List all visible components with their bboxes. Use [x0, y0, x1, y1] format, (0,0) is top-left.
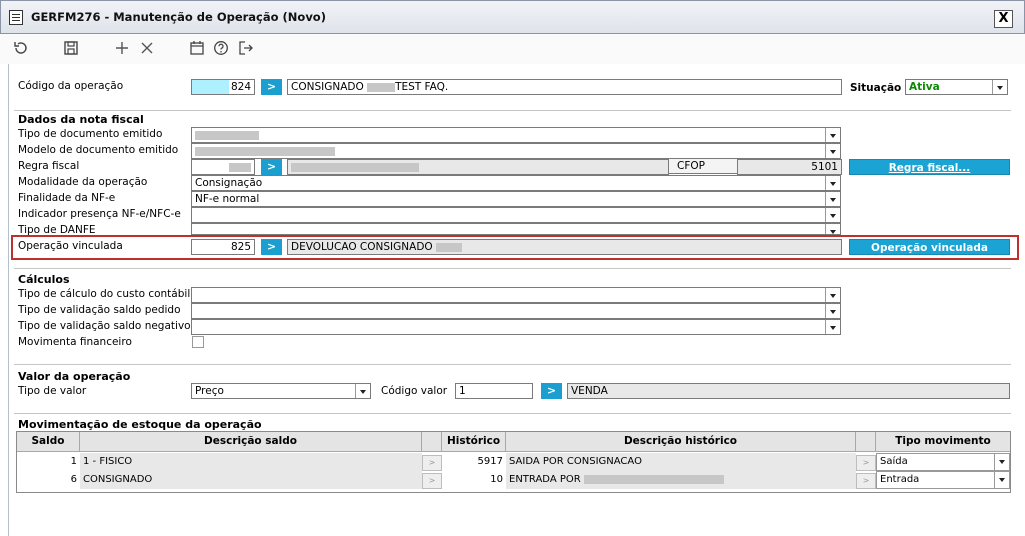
divider — [14, 413, 1011, 414]
codigo-operacao-go-button[interactable]: > — [261, 79, 282, 95]
financeiro-label: Movimenta financeiro — [18, 336, 132, 348]
financeiro-checkbox[interactable] — [192, 336, 204, 348]
cfop-label: CFOP — [668, 158, 738, 174]
chevron-down-icon — [825, 304, 840, 318]
chevron-down-icon — [355, 384, 370, 398]
operacao-vinculada-button[interactable]: Operação vinculada — [849, 239, 1010, 255]
save-icon[interactable] — [61, 38, 81, 58]
section-title-valor: Valor da operação — [18, 370, 131, 383]
column-header-blank — [856, 432, 876, 452]
cell-historico: 5917 — [477, 456, 503, 467]
cfop-value: 5101 — [737, 159, 842, 175]
danfe-select[interactable] — [191, 223, 841, 235]
section-title-calculos: Cálculos — [18, 273, 70, 286]
cell-saldo: 6 — [70, 474, 77, 485]
chevron-down-icon — [994, 472, 1009, 488]
section-title-estoque: Movimentação de estoque da operação — [18, 418, 262, 431]
chevron-down-icon — [825, 224, 840, 234]
chevron-down-icon — [825, 320, 840, 334]
regra-fiscal-button[interactable]: Regra fiscal... — [849, 159, 1010, 175]
codigo-operacao-label: Código da operação — [18, 80, 124, 92]
custo-select[interactable] — [191, 287, 841, 303]
chevron-down-icon — [825, 176, 840, 190]
chevron-down-icon — [994, 454, 1009, 470]
calendar-icon[interactable] — [187, 38, 207, 58]
finalidade-select[interactable]: NF-e normal — [191, 191, 841, 207]
saldo-pedido-select[interactable] — [191, 303, 841, 319]
chevron-down-icon — [992, 80, 1007, 94]
cell-historico: 10 — [490, 474, 503, 485]
finalidade-label: Finalidade da NF-e — [18, 192, 116, 204]
modalidade-select[interactable]: Consignação — [191, 175, 841, 191]
custo-label: Tipo de cálculo do custo contábil — [18, 288, 191, 300]
exit-icon[interactable] — [236, 38, 256, 58]
chevron-down-icon — [825, 128, 840, 142]
codigo-valor-go-button[interactable]: > — [541, 383, 562, 399]
column-header-historico: Histórico — [442, 432, 506, 452]
chevron-down-icon — [825, 192, 840, 206]
cell-tipo-select[interactable]: Entrada — [876, 471, 1010, 489]
indicador-select[interactable] — [191, 207, 841, 223]
divider — [14, 110, 1011, 111]
window-title: GERFM276 - Manutenção de Operação (Novo) — [31, 10, 326, 24]
regra-fiscal-code[interactable] — [191, 159, 255, 175]
divider — [14, 268, 1011, 269]
saldo-negativo-label: Tipo de validação saldo negativo — [18, 320, 191, 332]
regra-fiscal-desc — [287, 159, 669, 175]
help-icon[interactable] — [211, 38, 231, 58]
row-lookup-button[interactable]: > — [856, 473, 876, 489]
operacao-vinculada-go-button[interactable]: > — [261, 239, 282, 255]
tipo-valor-select[interactable]: Preço — [191, 383, 371, 399]
chevron-down-icon — [825, 144, 840, 158]
codigo-valor-label: Código valor — [381, 385, 448, 397]
column-header-saldo: Saldo — [17, 432, 80, 452]
codigo-operacao-input[interactable]: 824 — [191, 79, 255, 95]
cell-desc-saldo: 1 - FISICO — [80, 453, 422, 471]
cell-desc-saldo: CONSIGNADO — [80, 471, 422, 489]
operacao-vinculada-label: Operação vinculada — [18, 240, 123, 252]
divider — [14, 364, 1011, 365]
column-header-tipo: Tipo movimento — [876, 432, 1010, 452]
cell-desc-historico: ENTRADA POR — [506, 471, 856, 489]
modelo-doc-select[interactable] — [191, 143, 841, 159]
saldo-negativo-select[interactable] — [191, 319, 841, 335]
tipo-valor-label: Tipo de valor — [18, 385, 87, 397]
cell-saldo: 1 — [70, 456, 77, 467]
section-title-nota: Dados da nota fiscal — [18, 113, 144, 126]
codigo-operacao-desc: CONSIGNADO TEST FAQ. — [287, 79, 842, 95]
saldo-pedido-label: Tipo de validação saldo pedido — [18, 304, 181, 316]
row-lookup-button[interactable]: > — [856, 455, 876, 471]
regra-fiscal-go-button[interactable]: > — [261, 159, 282, 175]
estoque-table: Saldo Descrição saldo Histórico Descriçã… — [16, 431, 1011, 493]
tipo-doc-label: Tipo de documento emitido — [18, 128, 163, 140]
indicador-label: Indicador presença NF-e/NFC-e — [18, 208, 181, 220]
codigo-valor-input[interactable]: 1 — [455, 383, 533, 399]
delete-icon[interactable] — [137, 38, 157, 58]
document-icon — [9, 10, 23, 25]
regra-fiscal-label: Regra fiscal — [18, 160, 80, 172]
codigo-valor-desc: VENDA — [567, 383, 1010, 399]
modelo-doc-label: Modelo de documento emitido — [18, 144, 179, 156]
operacao-vinculada-desc: DEVOLUCAO CONSIGNADO — [287, 239, 842, 255]
operacao-vinculada-code[interactable]: 825 — [191, 239, 255, 255]
refresh-icon[interactable] — [11, 38, 31, 58]
situacao-select[interactable]: Ativa — [905, 79, 1008, 95]
column-header-desc-saldo: Descrição saldo — [80, 432, 422, 452]
tipo-doc-select[interactable] — [191, 127, 841, 143]
column-header-desc-historico: Descrição histórico — [506, 432, 856, 452]
chevron-down-icon — [825, 208, 840, 222]
row-lookup-button[interactable]: > — [422, 455, 442, 471]
close-button[interactable]: X — [994, 10, 1013, 28]
row-lookup-button[interactable]: > — [422, 473, 442, 489]
column-header-blank — [422, 432, 442, 452]
modalidade-label: Modalidade da operação — [18, 176, 148, 188]
cell-tipo-select[interactable]: Saída — [876, 453, 1010, 471]
add-icon[interactable] — [112, 38, 132, 58]
situacao-label: Situação — [850, 82, 902, 94]
chevron-down-icon — [825, 288, 840, 302]
cell-desc-historico: SAIDA POR CONSIGNACAO — [506, 453, 856, 471]
